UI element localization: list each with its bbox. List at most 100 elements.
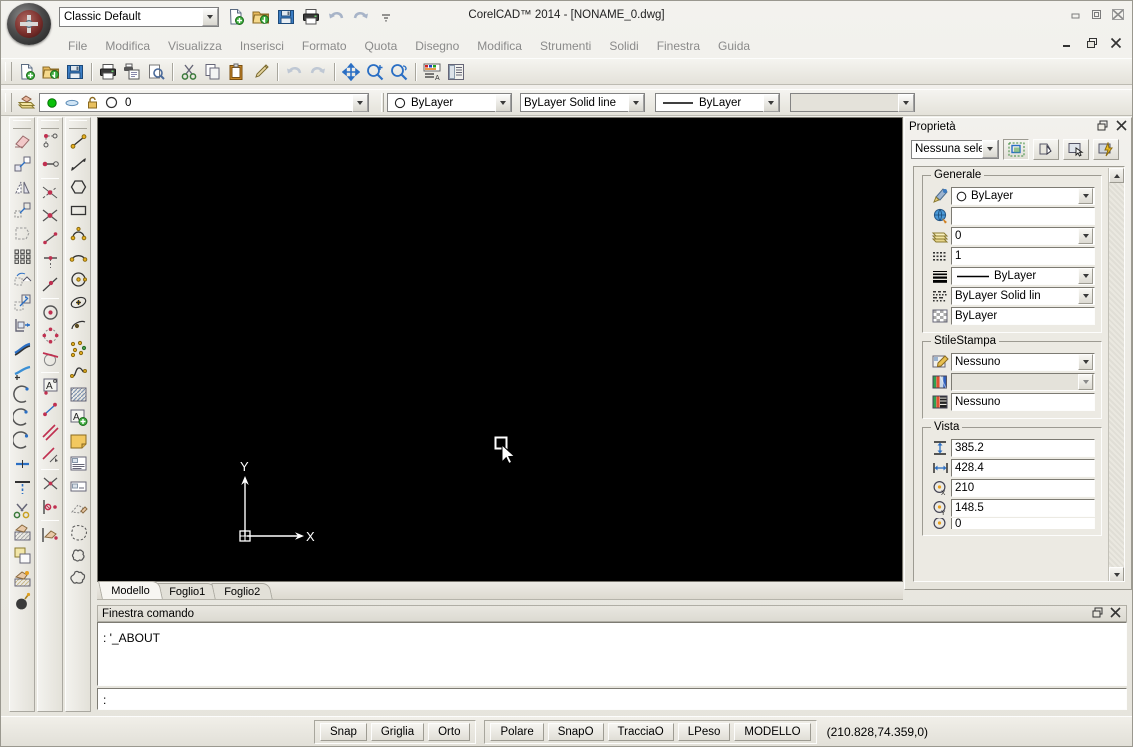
- toolbar-grip[interactable]: [13, 120, 31, 129]
- menu-item-view[interactable]: Visualizza: [159, 38, 231, 54]
- menu-item-help[interactable]: Guida: [709, 38, 759, 54]
- scale-icon[interactable]: [10, 314, 34, 337]
- note-icon[interactable]: [66, 429, 90, 452]
- status-button-snap[interactable]: Snap: [320, 722, 367, 741]
- print-icon[interactable]: [96, 60, 120, 83]
- status-button-griglia[interactable]: Griglia: [370, 722, 425, 741]
- menu-item-tools[interactable]: Strumenti: [531, 38, 600, 54]
- line-icon[interactable]: [66, 130, 90, 153]
- property-row-printstyle[interactable]: Nessuno: [929, 352, 1095, 372]
- snap-settings-icon[interactable]: [38, 495, 62, 518]
- redo-icon[interactable]: [306, 60, 330, 83]
- snap-extension-icon[interactable]: [38, 444, 62, 467]
- selection-dropdown-arrow[interactable]: [982, 140, 998, 158]
- pick-entity-icon[interactable]: [1063, 138, 1089, 160]
- layer-freeze-icon[interactable]: [58, 97, 80, 109]
- mirror-icon[interactable]: [10, 176, 34, 199]
- rotate-icon[interactable]: [10, 268, 34, 291]
- erase-icon[interactable]: [10, 130, 34, 153]
- layer-dropdown-arrow[interactable]: [352, 93, 368, 112]
- zoom-previous-icon[interactable]: [387, 60, 411, 83]
- copy-icon[interactable]: [201, 60, 225, 83]
- edit-hatch-icon[interactable]: [10, 521, 34, 544]
- color-dropdown-arrow[interactable]: [1078, 188, 1093, 204]
- property-row-center-z[interactable]: 0: [929, 518, 1095, 529]
- minimize-button[interactable]: [1070, 9, 1081, 22]
- snap-intersection-icon[interactable]: [38, 204, 62, 227]
- offset-icon[interactable]: [10, 199, 34, 222]
- snap-midpoint-icon[interactable]: [38, 227, 62, 250]
- tab-foglio1[interactable]: Foglio1: [155, 583, 218, 599]
- snap-parallel-icon[interactable]: [38, 421, 62, 444]
- menu-item-draw[interactable]: Disegno: [406, 38, 468, 54]
- cut-icon[interactable]: [177, 60, 201, 83]
- maximize-button[interactable]: [1091, 9, 1102, 22]
- doc-restore-button[interactable]: [1086, 37, 1098, 51]
- properties-icon[interactable]: A: [420, 60, 444, 83]
- properties-scrollbar[interactable]: [1108, 168, 1124, 581]
- status-button-lpeso[interactable]: LPeso: [677, 722, 731, 741]
- layer-on-icon[interactable]: [40, 97, 58, 109]
- snap-from-icon[interactable]: [38, 130, 62, 153]
- menu-item-dimension[interactable]: Quota: [356, 38, 407, 54]
- undo-icon[interactable]: [282, 60, 306, 83]
- property-row-center-x[interactable]: X 210: [929, 478, 1095, 498]
- command-input[interactable]: :: [97, 688, 1127, 710]
- toolbar-grip[interactable]: [5, 93, 12, 112]
- status-button-polare[interactable]: Polare: [490, 722, 544, 741]
- split-at-point-icon[interactable]: [10, 452, 34, 475]
- layers-icon[interactable]: [15, 91, 39, 114]
- property-row-transparency[interactable]: ByLayer: [929, 306, 1095, 326]
- move-icon[interactable]: [10, 291, 34, 314]
- array-icon[interactable]: [10, 245, 34, 268]
- property-row-color[interactable]: ByLayer: [929, 186, 1095, 206]
- property-row-layer[interactable]: 0: [929, 226, 1095, 246]
- snap-none-icon[interactable]: [38, 472, 62, 495]
- layer-dropdown-arrow[interactable]: [1078, 228, 1093, 244]
- print-preview-icon[interactable]: [120, 60, 144, 83]
- paste-icon[interactable]: [225, 60, 249, 83]
- spline-icon[interactable]: [66, 360, 90, 383]
- stretch-icon[interactable]: [10, 337, 34, 360]
- snap-point-icon[interactable]: [38, 398, 62, 421]
- explode-icon[interactable]: [10, 498, 34, 521]
- drawing-canvas[interactable]: Y X: [97, 117, 903, 582]
- coordinates-display[interactable]: (210.828,74.359,0): [827, 725, 928, 739]
- extend-icon[interactable]: [10, 406, 34, 429]
- selection-selector[interactable]: Nessuna sele: [911, 139, 999, 159]
- restore-icon[interactable]: [1097, 120, 1108, 134]
- menu-item-file[interactable]: File: [59, 38, 96, 54]
- menu-item-insert[interactable]: Inserisci: [231, 38, 293, 54]
- close-button[interactable]: [1112, 9, 1124, 22]
- layer-color-icon[interactable]: [99, 96, 118, 109]
- status-button-snapo[interactable]: SnapO: [547, 722, 604, 741]
- printstyle-dropdown-arrow[interactable]: [1078, 354, 1093, 370]
- ellipse-icon[interactable]: [66, 291, 90, 314]
- lineweight-selector[interactable]: ByLayer: [655, 93, 780, 112]
- format-painter-icon[interactable]: [249, 60, 273, 83]
- snap-tangent-icon[interactable]: [38, 347, 62, 370]
- lengthen-icon[interactable]: [10, 360, 34, 383]
- property-row-printstyle-attach[interactable]: Nessuno: [929, 392, 1095, 412]
- layer-selector[interactable]: 0: [39, 93, 369, 112]
- design-resources-icon[interactable]: [444, 60, 468, 83]
- multiline-text-icon[interactable]: [66, 452, 90, 475]
- trim-icon[interactable]: [10, 383, 34, 406]
- copy-entity-icon[interactable]: [10, 153, 34, 176]
- properties-list[interactable]: Generale ByLayer 0 1 ByLayer ByLayer Sol…: [913, 166, 1125, 582]
- color-selector[interactable]: ByLayer: [387, 93, 512, 112]
- split-icon[interactable]: [10, 429, 34, 452]
- linestyle-dropdown-arrow[interactable]: [628, 93, 644, 112]
- status-button-tracciao[interactable]: TracciaO: [607, 722, 674, 741]
- command-history[interactable]: : '_ABOUT: [97, 622, 1127, 686]
- property-row-center-y[interactable]: Y 148.5: [929, 498, 1095, 518]
- point-icon[interactable]: [66, 337, 90, 360]
- polygon-icon[interactable]: [66, 176, 90, 199]
- property-row-printstyle-table[interactable]: [929, 372, 1095, 392]
- linestyle-selector[interactable]: ByLayer Solid line: [520, 93, 645, 112]
- elliptical-arc-icon[interactable]: [66, 314, 90, 337]
- hatch-icon[interactable]: [66, 383, 90, 406]
- quick-select-icon[interactable]: [1003, 138, 1029, 160]
- rectangle-icon[interactable]: [66, 199, 90, 222]
- menu-item-format[interactable]: Formato: [293, 38, 356, 54]
